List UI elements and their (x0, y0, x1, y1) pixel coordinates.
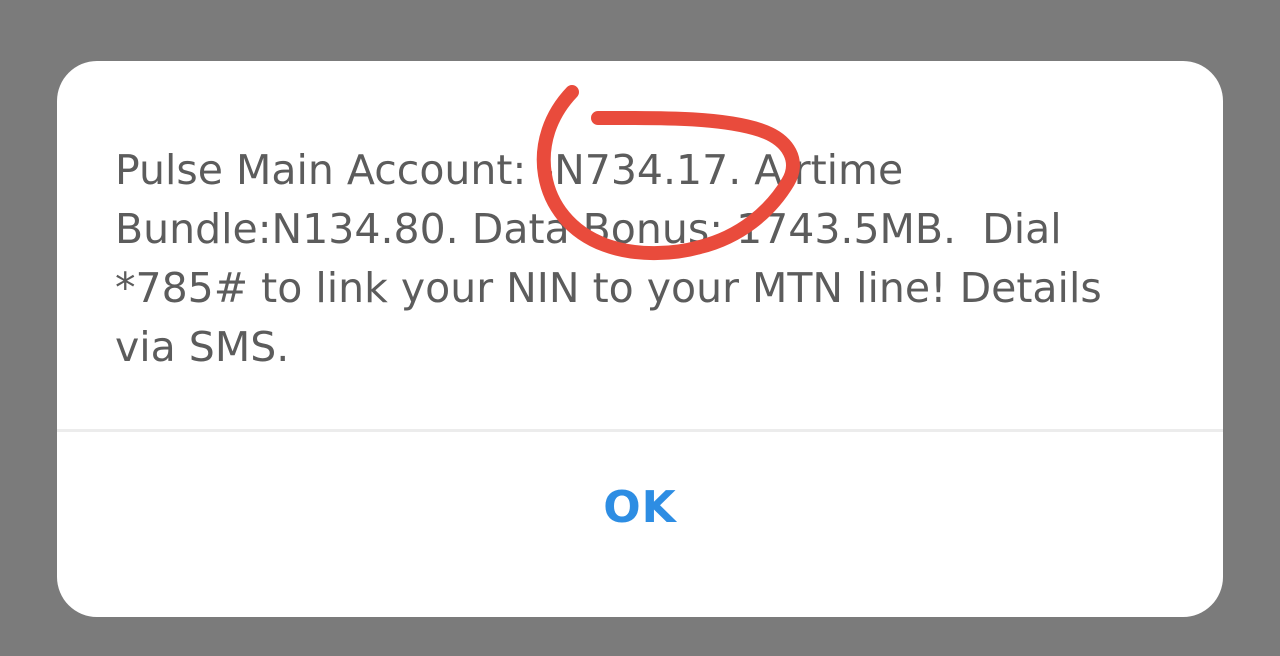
ok-button-label: OK (603, 482, 677, 533)
ok-button[interactable]: OK (57, 432, 1223, 617)
dialog-message: Pulse Main Account: -N734.17. Airtime Bu… (115, 146, 1102, 371)
ussd-dialog: Pulse Main Account: -N734.17. Airtime Bu… (57, 61, 1223, 617)
